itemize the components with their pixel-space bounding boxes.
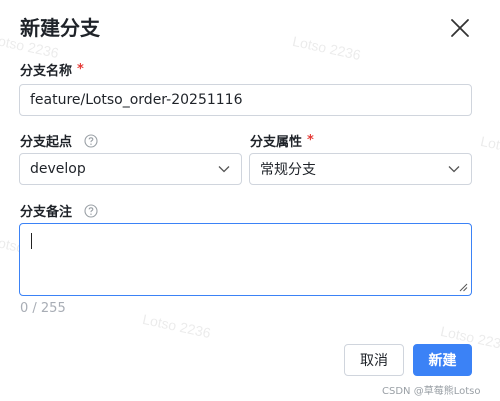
create-button[interactable]: 新建 (413, 344, 472, 376)
branch-origin-label-text: 分支起点 (20, 135, 73, 150)
create-branch-dialog: Lotso 2236 Lotso 2236 Lotso 2236 Lotso 2… (0, 0, 500, 401)
branch-origin-label: 分支起点 (20, 131, 98, 150)
chevron-down-icon (448, 166, 460, 173)
question-circle-icon[interactable] (84, 133, 98, 148)
branch-attribute-value: 常规分支 (260, 162, 316, 178)
branch-attribute-label-text: 分支属性 (250, 135, 303, 150)
required-mark: * (307, 133, 314, 148)
question-circle-icon[interactable] (84, 203, 98, 218)
required-mark: * (77, 62, 84, 77)
branch-name-input[interactable]: feature/Lotso_order-20251116 (19, 84, 472, 116)
branch-note-textarea[interactable] (19, 223, 472, 296)
dialog-title: 新建分支 (20, 16, 100, 40)
branch-name-value: feature/Lotso_order-20251116 (30, 92, 243, 108)
watermark: Lotso 2236 (141, 310, 213, 342)
watermark: Lotso 2236 (479, 132, 500, 163)
branch-origin-value: develop (30, 161, 86, 177)
branch-note-label-text: 分支备注 (20, 205, 73, 220)
credit-text: CSDN @草莓熊Lotso (382, 386, 481, 397)
char-counter: 0 / 255 (20, 301, 66, 316)
branch-attribute-label: 分支属性 * (250, 131, 314, 150)
cancel-button[interactable]: 取消 (344, 344, 404, 376)
branch-note-label: 分支备注 (20, 201, 98, 220)
branch-attribute-select[interactable]: 常规分支 (249, 153, 472, 185)
resize-grip-icon[interactable] (459, 283, 468, 292)
branch-origin-select[interactable]: develop (19, 153, 242, 185)
branch-name-label-text: 分支名称 (20, 64, 73, 79)
close-icon[interactable] (449, 17, 471, 39)
watermark: Lotso 2236 (291, 32, 363, 64)
text-caret (31, 233, 32, 249)
chevron-down-icon (218, 166, 230, 173)
branch-name-label: 分支名称 * (20, 60, 84, 79)
